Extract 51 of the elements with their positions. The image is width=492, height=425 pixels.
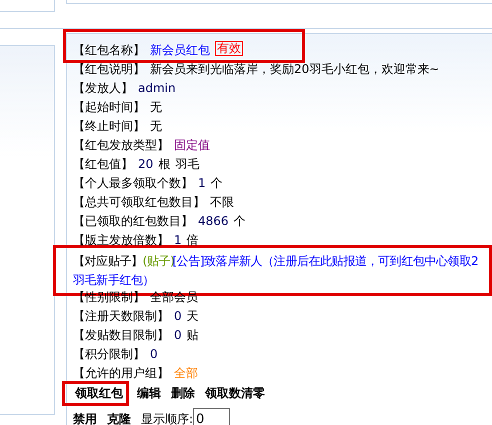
action-link[interactable]: 编辑 (137, 384, 161, 403)
field-label: 【注册天数限制】 (73, 308, 169, 325)
field-label: 【终止时间】 (73, 118, 145, 135)
field-label: 【允许的用户组】 (73, 365, 169, 382)
field-label: 【个人最多领取个数】 (73, 175, 193, 192)
field-label: 【已领取的红包数目】 (73, 213, 193, 230)
field-label: 【总共可领取红包数目】 (73, 194, 205, 211)
field-value: 不限 (210, 194, 234, 211)
field-value: 天 (186, 308, 199, 325)
field-label: 【积分限制】 (73, 346, 145, 363)
field-value: 0 (150, 346, 158, 363)
action-link[interactable]: 删除 (171, 384, 195, 403)
field-value: 贴 (186, 327, 199, 344)
field-value: 无 (150, 118, 162, 135)
field-value: admin (138, 80, 176, 97)
field-label: 【红包发放类型】 (73, 137, 169, 154)
order-label: 显示顺序: (141, 410, 194, 425)
field-value: 1 (198, 175, 206, 192)
field-value: 个 (210, 175, 223, 192)
field-label: 【版主发放倍数】 (73, 232, 169, 249)
action-link[interactable]: 禁用 (73, 410, 97, 425)
action-link[interactable]: 领取红包 (75, 384, 123, 403)
field-value: 1 (174, 232, 182, 249)
field-value: 全部 (174, 365, 198, 382)
action-link[interactable]: 领取数清零 (205, 384, 265, 403)
field-label: 【发贴数目限制】 (73, 327, 169, 344)
order-input[interactable]: 0 (193, 408, 230, 425)
field-label: 【红包值】 (73, 156, 133, 173)
action-link[interactable]: 克隆 (107, 410, 131, 425)
field-value: 0 (174, 308, 182, 325)
field-value: 20 (138, 156, 154, 173)
field-value: 羽毛 (175, 156, 200, 173)
field-value: 固定值 (174, 137, 210, 154)
field-value: 个 (234, 213, 246, 230)
field-label: 【对应贴子】 (73, 253, 143, 270)
field-value: 4866 (198, 213, 229, 230)
field-value: 无 (150, 99, 162, 116)
link[interactable]: 新会员红包 (150, 41, 210, 60)
link[interactable]: 羽毛新手红包） (73, 271, 154, 290)
tag-label: (贴子) (142, 253, 174, 270)
field-value: 倍 (186, 232, 199, 249)
status-badge: 有效 (215, 41, 243, 56)
field-value: 0 (174, 327, 182, 344)
field-value: 新会员来到光临落岸，奖励20羽毛小红包，欢迎常来~ (150, 61, 440, 78)
field-value: 根 (158, 156, 170, 173)
field-label: 【发放人】 (73, 80, 133, 97)
field-label: 【起始时间】 (73, 99, 145, 116)
field-label: 【红包名称】 (73, 42, 145, 59)
link[interactable]: [公告]致落岸新人（注册后在此贴报道，可到红包中心领取2 (172, 252, 478, 271)
field-label: 【红包说明】 (73, 61, 145, 78)
panel-frame (0, 0, 55, 12)
